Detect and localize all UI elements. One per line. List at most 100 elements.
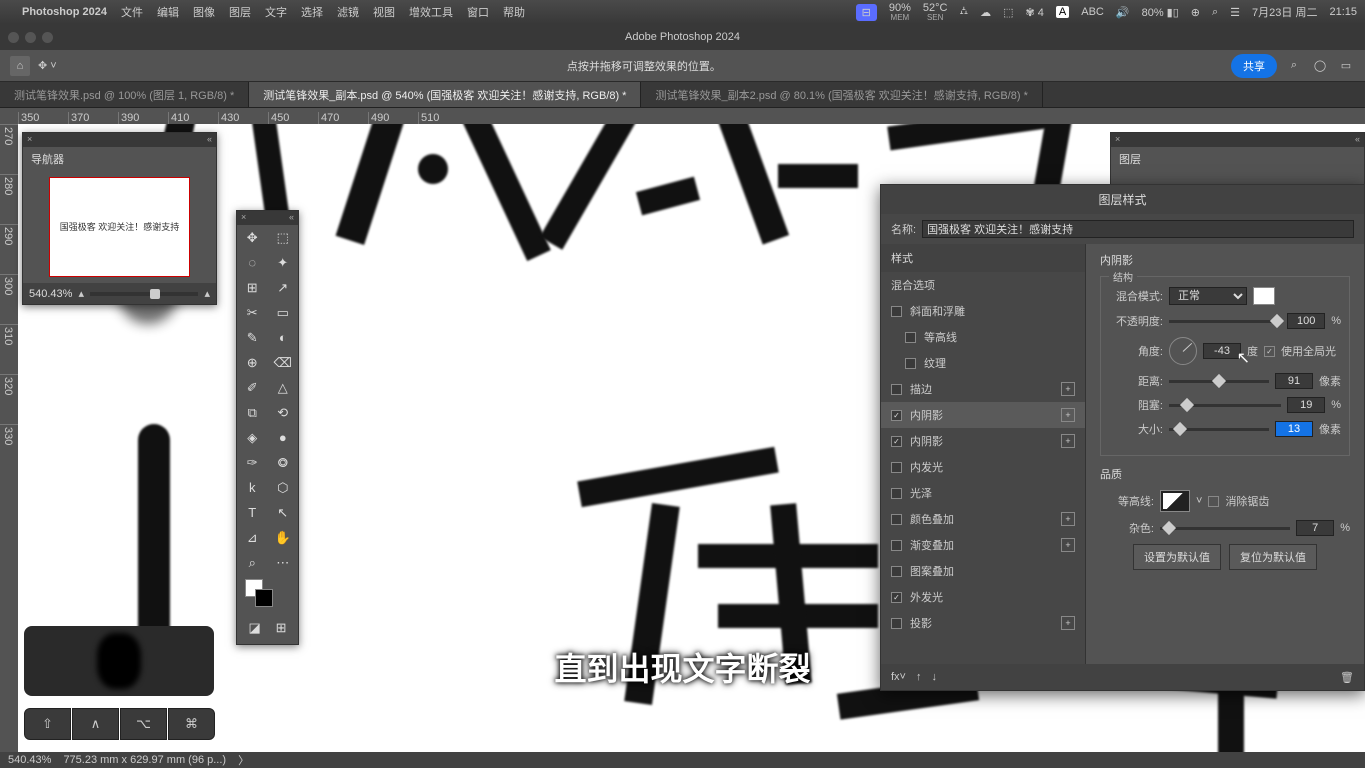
tool-26[interactable]: ⌕ <box>237 550 268 575</box>
effect-checkbox[interactable] <box>905 332 916 343</box>
contour-picker[interactable] <box>1160 490 1190 512</box>
status-zoom[interactable]: 540.43% <box>8 754 51 766</box>
control-icon[interactable]: ☰ <box>1230 6 1240 19</box>
zoom-value[interactable]: 540.43% <box>29 288 72 300</box>
home-button[interactable]: ⌂ <box>10 56 30 76</box>
effect-row[interactable]: 外发光 <box>881 584 1085 610</box>
effect-row[interactable]: 纹理 <box>881 350 1085 376</box>
tool-16[interactable]: ◈ <box>237 425 268 450</box>
help-icon[interactable]: ◯ <box>1311 57 1329 75</box>
menu-view[interactable]: 视图 <box>373 4 395 20</box>
down-icon[interactable]: ↓ <box>931 671 937 683</box>
input-icon[interactable]: A <box>1056 6 1069 18</box>
reset-default-button[interactable]: 复位为默认值 <box>1229 544 1317 570</box>
tab-doc3[interactable]: 测试笔锋效果_副本2.psd @ 80.1% (国强极客 欢迎关注！感谢支持, … <box>641 82 1042 107</box>
tool-15[interactable]: ⟲ <box>268 400 299 425</box>
menu-plugin[interactable]: 增效工具 <box>409 4 453 20</box>
menu-select[interactable]: 选择 <box>301 4 323 20</box>
tool-2[interactable]: ◌ <box>237 250 268 275</box>
effect-checkbox[interactable] <box>891 540 902 551</box>
ruler-vertical[interactable]: 270280290300310320330 <box>0 124 18 760</box>
name-input[interactable] <box>922 220 1354 238</box>
add-effect-icon[interactable]: + <box>1061 382 1075 396</box>
ruler-horizontal[interactable]: 350370390410430450470490510 <box>0 108 1365 124</box>
angle-dial[interactable] <box>1169 337 1197 365</box>
effect-checkbox[interactable] <box>891 566 902 577</box>
menu-file[interactable]: 文件 <box>121 4 143 20</box>
tab-doc1[interactable]: 测试笔锋效果.psd @ 100% (图层 1, RGB/8) * <box>0 82 249 107</box>
effect-checkbox[interactable] <box>891 488 902 499</box>
layers-panel[interactable]: ×« 图层 <box>1110 132 1365 190</box>
tool-6[interactable]: ✂ <box>237 300 268 325</box>
menu-edit[interactable]: 编辑 <box>157 4 179 20</box>
zoom-slider[interactable] <box>90 292 199 296</box>
panel-header[interactable]: ×« <box>237 211 298 225</box>
close-icon[interactable]: × <box>27 134 32 144</box>
tool-20[interactable]: k <box>237 475 268 500</box>
background-swatch[interactable] <box>255 589 273 607</box>
collapse-icon[interactable]: « <box>207 134 212 144</box>
volume-icon[interactable]: 🔊 <box>1116 6 1130 19</box>
menu-text[interactable]: 文字 <box>265 4 287 20</box>
tool-8[interactable]: ✎ <box>237 325 268 350</box>
effect-checkbox[interactable] <box>891 462 902 473</box>
effect-row[interactable]: 光泽 <box>881 480 1085 506</box>
panel-header[interactable]: ×« <box>1111 133 1364 147</box>
navigator-tab[interactable]: 导航器 <box>23 147 216 171</box>
effect-checkbox[interactable] <box>891 592 902 603</box>
tool-19[interactable]: ⭗ <box>268 450 299 475</box>
tool-11[interactable]: ⌫ <box>268 350 299 375</box>
menu-window[interactable]: 窗口 <box>467 4 489 20</box>
tool-4[interactable]: ⊞ <box>237 275 268 300</box>
window-controls[interactable] <box>8 32 53 43</box>
effect-row[interactable]: 内阴影+ <box>881 402 1085 428</box>
menu-image[interactable]: 图像 <box>193 4 215 20</box>
choke-slider[interactable] <box>1169 404 1281 407</box>
make-default-button[interactable]: 设置为默认值 <box>1133 544 1221 570</box>
styles-header[interactable]: 样式 <box>881 244 1085 272</box>
distance-input[interactable] <box>1275 373 1313 389</box>
fx-icon[interactable]: fx˅ <box>891 671 906 683</box>
menu-help[interactable]: 帮助 <box>503 4 525 20</box>
effect-row[interactable]: 渐变叠加+ <box>881 532 1085 558</box>
tool-24[interactable]: ⊿ <box>237 525 268 550</box>
tool-5[interactable]: ↗ <box>268 275 299 300</box>
blend-options[interactable]: 混合选项 <box>881 272 1085 298</box>
tray-icon[interactable]: ⬚ <box>1003 6 1013 19</box>
size-slider[interactable] <box>1169 428 1269 431</box>
effect-row[interactable]: 内发光 <box>881 454 1085 480</box>
up-icon[interactable]: ↑ <box>916 671 922 683</box>
effect-row[interactable]: 斜面和浮雕 <box>881 298 1085 324</box>
record-icon[interactable]: ⊟ <box>856 4 877 21</box>
tool-10[interactable]: ⊕ <box>237 350 268 375</box>
tool-13[interactable]: △ <box>268 375 299 400</box>
navigator-thumb[interactable]: 国强极客 欢迎关注！感谢支持 <box>49 177 190 277</box>
effect-checkbox[interactable] <box>891 306 902 317</box>
workspace-icon[interactable]: ▭ <box>1337 57 1355 75</box>
tool-0[interactable]: ✥ <box>237 225 268 250</box>
app-name[interactable]: Photoshop 2024 <box>22 6 107 18</box>
tool-22[interactable]: T <box>237 500 268 525</box>
effect-row[interactable]: 颜色叠加+ <box>881 506 1085 532</box>
zoom-out-icon[interactable]: ▴ <box>78 287 84 300</box>
color-swatches[interactable] <box>237 575 298 611</box>
date-label[interactable]: 7月23日 周二 <box>1252 4 1317 20</box>
tool-23[interactable]: ↖ <box>268 500 299 525</box>
trash-icon[interactable]: 🗑 <box>1340 671 1354 684</box>
tool-27[interactable]: ⋯ <box>268 550 299 575</box>
effect-row[interactable]: 图案叠加 <box>881 558 1085 584</box>
tool-21[interactable]: ⬡ <box>268 475 299 500</box>
effect-checkbox[interactable] <box>891 436 902 447</box>
panel-header[interactable]: ×« <box>23 133 216 147</box>
menu-filter[interactable]: 滤镜 <box>337 4 359 20</box>
opacity-slider[interactable] <box>1169 320 1281 323</box>
size-input[interactable] <box>1275 421 1313 437</box>
collapse-icon[interactable]: « <box>1355 134 1360 144</box>
zoom-in-icon[interactable]: ▴ <box>204 287 210 300</box>
collapse-icon[interactable]: « <box>289 212 294 222</box>
tray-icon[interactable]: ⛼ <box>959 5 968 19</box>
effect-row[interactable]: 等高线 <box>881 324 1085 350</box>
tool-25[interactable]: ✋ <box>268 525 299 550</box>
tool-3[interactable]: ✦ <box>268 250 299 275</box>
wechat-icon[interactable]: ✾ 4 <box>1026 6 1044 19</box>
